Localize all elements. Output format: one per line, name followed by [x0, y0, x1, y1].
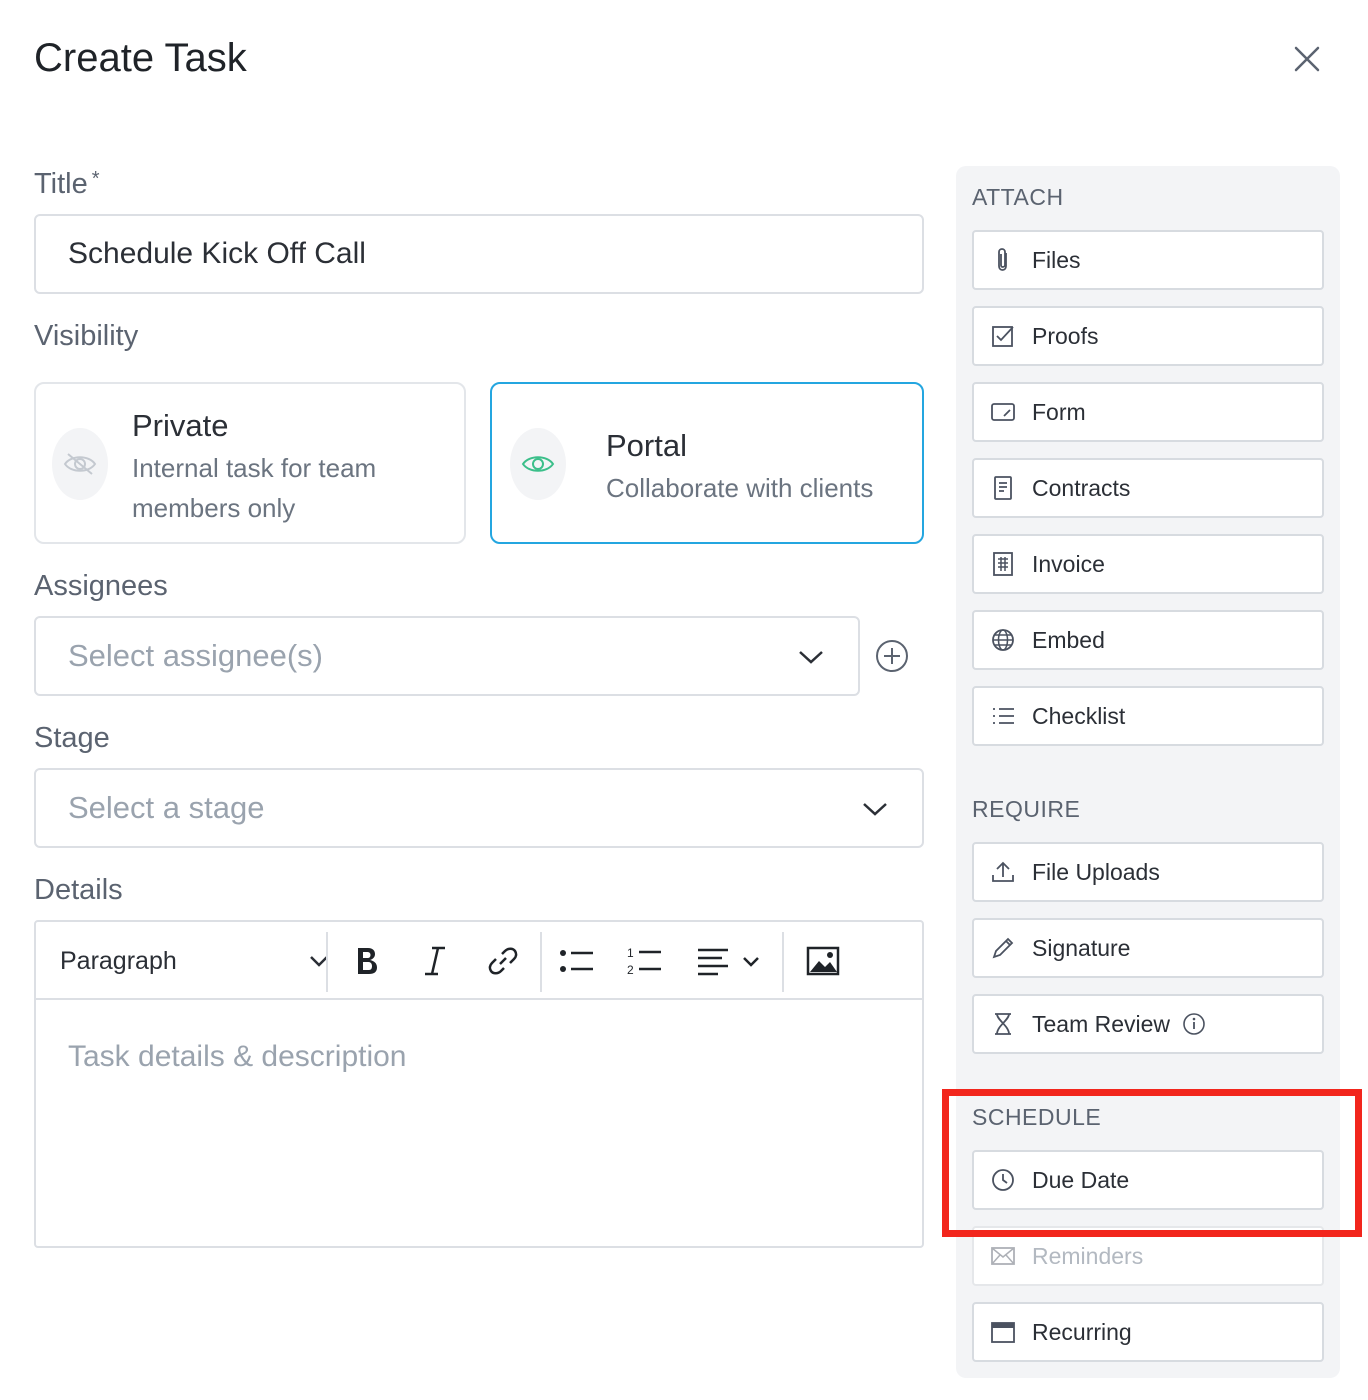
visibility-option-portal[interactable]: Portal Collaborate with clients — [490, 382, 924, 544]
bulleted-list-icon — [560, 950, 593, 972]
close-button[interactable] — [1290, 42, 1324, 76]
link-button[interactable] — [482, 940, 524, 982]
insert-image-button[interactable] — [802, 940, 844, 982]
require-team-review-label: Team Review — [1032, 1010, 1171, 1037]
hourglass-icon — [990, 1011, 1016, 1037]
stage-select[interactable]: Select a stage — [34, 768, 924, 848]
add-assignee-icon[interactable] — [874, 638, 910, 674]
chevron-down-icon — [743, 957, 759, 967]
assignees-select[interactable]: Select assignee(s) — [34, 616, 860, 696]
attach-proofs-label: Proofs — [1032, 322, 1099, 349]
editor-toolbar: Paragraph 12 — [36, 922, 922, 1000]
attach-checklist-button[interactable]: Checklist — [972, 686, 1324, 746]
italic-icon — [425, 946, 445, 976]
details-editor: Paragraph 12 Task details & description — [34, 920, 924, 1248]
highlight-annotation — [942, 1089, 1362, 1237]
attach-form-label: Form — [1032, 398, 1086, 425]
link-icon — [488, 947, 518, 975]
stage-placeholder: Select a stage — [68, 790, 265, 825]
attach-invoice-label: Invoice — [1032, 550, 1105, 577]
chevron-down-icon — [799, 651, 823, 664]
details-placeholder: Task details & description — [68, 1040, 407, 1073]
mail-icon — [990, 1243, 1016, 1269]
close-icon — [1294, 46, 1320, 72]
form-icon — [990, 399, 1016, 425]
paperclip-icon — [990, 247, 1016, 273]
svg-text:2: 2 — [627, 963, 634, 977]
document-icon — [990, 475, 1016, 501]
dialog-title: Create Task — [34, 36, 247, 80]
schedule-recurring-button[interactable]: Recurring — [972, 1302, 1324, 1362]
bold-button[interactable] — [346, 940, 388, 982]
attach-files-button[interactable]: Files — [972, 230, 1324, 290]
title-input-value: Schedule Kick Off Call — [68, 237, 366, 270]
private-description: Internal task for team members only — [132, 453, 377, 523]
align-button[interactable] — [696, 940, 768, 982]
toolbar-divider — [326, 932, 328, 992]
attach-contracts-button[interactable]: Contracts — [972, 458, 1324, 518]
attach-contracts-label: Contracts — [1032, 474, 1131, 501]
numbered-list-icon: 12 — [627, 946, 661, 977]
toolbar-divider — [782, 932, 784, 992]
require-file-uploads-label: File Uploads — [1032, 858, 1160, 885]
bold-icon — [358, 948, 377, 974]
require-signature-button[interactable]: Signature — [972, 918, 1324, 978]
align-icon — [698, 948, 728, 976]
bulleted-list-button[interactable] — [556, 940, 598, 982]
checkbox-icon — [990, 323, 1016, 349]
title-label: Title * — [34, 168, 100, 201]
globe-icon — [990, 627, 1016, 653]
invoice-icon — [990, 551, 1016, 577]
visibility-label: Visibility — [34, 320, 139, 352]
chevron-down-icon — [863, 803, 887, 816]
pen-icon — [990, 935, 1016, 961]
portal-title: Portal — [606, 428, 687, 463]
private-title: Private — [132, 408, 229, 443]
required-mark: * — [91, 168, 100, 190]
title-input[interactable]: Schedule Kick Off Call — [34, 214, 924, 294]
eye-icon — [510, 428, 566, 500]
require-team-review-button[interactable]: Team Review — [972, 994, 1324, 1054]
require-file-uploads-button[interactable]: File Uploads — [972, 842, 1324, 902]
numbered-list-button[interactable]: 12 — [624, 940, 666, 982]
portal-description: Collaborate with clients — [606, 473, 874, 503]
block-format-value: Paragraph — [60, 946, 177, 975]
attach-proofs-button[interactable]: Proofs — [972, 306, 1324, 366]
toolbar-divider — [540, 932, 542, 992]
eye-off-icon — [52, 428, 108, 500]
schedule-recurring-label: Recurring — [1032, 1318, 1132, 1345]
attach-invoice-button[interactable]: Invoice — [972, 534, 1324, 594]
svg-text:1: 1 — [627, 946, 634, 960]
image-icon — [806, 946, 840, 976]
require-heading: REQUIRE — [972, 796, 1081, 822]
details-label: Details — [34, 874, 123, 906]
visibility-option-private[interactable]: Private Internal task for team members o… — [34, 382, 466, 544]
require-signature-label: Signature — [1032, 934, 1131, 961]
upload-icon — [990, 859, 1016, 885]
attach-form-button[interactable]: Form — [972, 382, 1324, 442]
attach-heading: ATTACH — [972, 184, 1064, 210]
assignees-label: Assignees — [34, 570, 168, 602]
attach-embed-button[interactable]: Embed — [972, 610, 1324, 670]
schedule-reminders-label: Reminders — [1032, 1242, 1144, 1269]
title-label-text: Title — [34, 168, 88, 200]
checklist-icon — [990, 703, 1016, 729]
attach-checklist-label: Checklist — [1032, 702, 1126, 729]
info-icon[interactable] — [1182, 1012, 1206, 1036]
italic-button[interactable] — [414, 940, 456, 982]
attach-embed-label: Embed — [1032, 626, 1105, 653]
stage-label: Stage — [34, 722, 110, 754]
details-textarea[interactable]: Task details & description — [68, 1040, 407, 1074]
attach-files-label: Files — [1032, 246, 1081, 273]
assignees-placeholder: Select assignee(s) — [68, 638, 324, 673]
block-format-select[interactable]: Paragraph — [60, 940, 330, 982]
calendar-icon — [990, 1319, 1016, 1345]
